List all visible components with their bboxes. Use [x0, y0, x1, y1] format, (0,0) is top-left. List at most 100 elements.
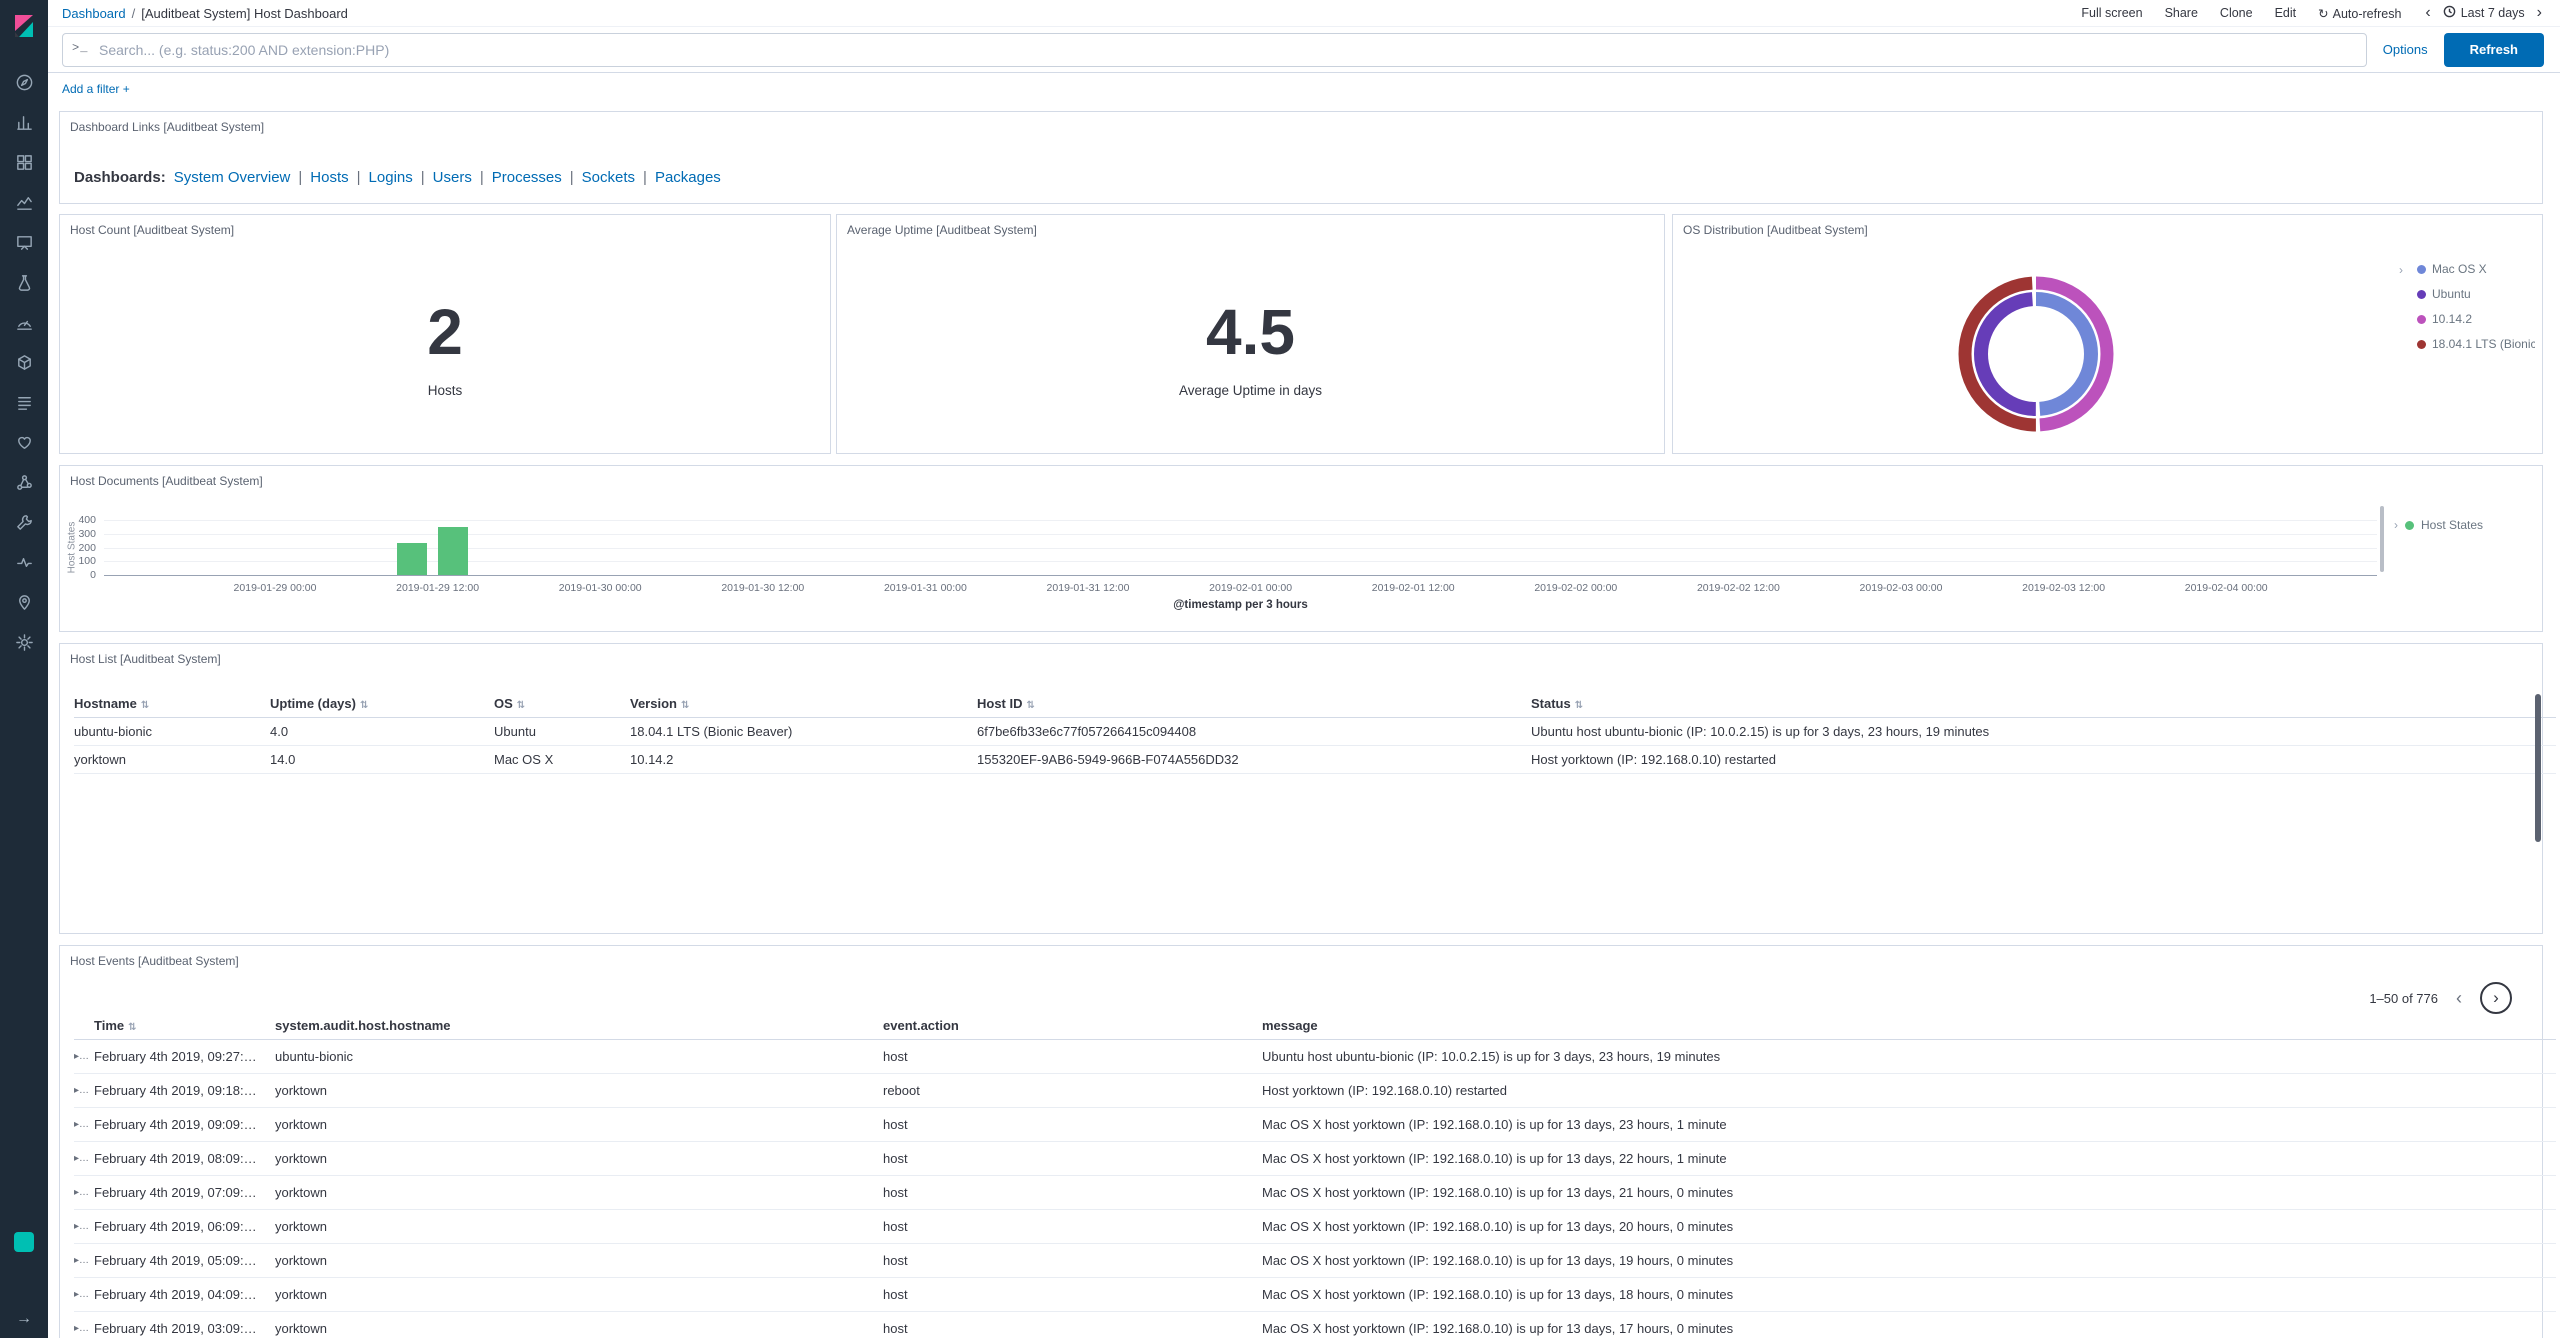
- link-logins[interactable]: Logins: [369, 169, 413, 186]
- space-avatar[interactable]: [14, 1232, 34, 1252]
- x-tick-label: 2019-02-03 00:00: [1860, 582, 1943, 594]
- panel-title: OS Distribution [Auditbeat System]: [1683, 223, 1868, 237]
- y-tick-label: 0: [90, 569, 96, 581]
- legend-item-ubuntu[interactable]: Ubuntu: [2417, 287, 2535, 301]
- timelion-icon[interactable]: [12, 190, 36, 214]
- time-next-icon[interactable]: ›: [2535, 4, 2544, 22]
- sort-icon: ⇅: [517, 700, 525, 711]
- add-filter-link[interactable]: Add a filter +: [62, 82, 130, 96]
- panel-host-count: Host Count [Auditbeat System] 2 Hosts: [59, 214, 831, 454]
- link-users[interactable]: Users: [433, 169, 472, 186]
- expand-caret-icon[interactable]: ▸: [74, 1210, 94, 1244]
- bar[interactable]: [438, 527, 468, 575]
- search-input[interactable]: [62, 33, 2367, 67]
- machine-learning-icon[interactable]: [12, 270, 36, 294]
- clone-button[interactable]: Clone: [2220, 6, 2253, 20]
- y-tick-label: 100: [78, 555, 96, 567]
- link-packages[interactable]: Packages: [655, 169, 721, 186]
- expand-caret-icon[interactable]: ▸: [74, 1278, 94, 1312]
- header-hostname[interactable]: system.audit.host.hostname: [275, 1012, 883, 1040]
- header-event-action[interactable]: event.action: [883, 1012, 1262, 1040]
- refresh-button[interactable]: Refresh: [2444, 33, 2544, 67]
- dev-tools-icon[interactable]: [12, 510, 36, 534]
- kibana-logo[interactable]: [10, 12, 38, 40]
- header-hostname[interactable]: Hostname⇅: [74, 690, 270, 718]
- x-tick-label: 2019-02-02 00:00: [1534, 582, 1617, 594]
- legend-swatch: [2405, 521, 2414, 530]
- header-version[interactable]: Version⇅: [630, 690, 977, 718]
- dashboard-icon[interactable]: [12, 150, 36, 174]
- legend-item-mac-os-x[interactable]: Mac OS X: [2417, 262, 2535, 276]
- share-button[interactable]: Share: [2165, 6, 2198, 20]
- expand-caret-icon[interactable]: ▸: [74, 1040, 94, 1074]
- legend-toggle-icon[interactable]: ›: [2399, 263, 2403, 277]
- monitoring-icon[interactable]: [12, 550, 36, 574]
- maps-icon[interactable]: [12, 590, 36, 614]
- host-documents-ylabels: 0100200300400: [60, 520, 100, 576]
- table-row: ▸ February 4th 2019, 09:27:46.040 ubuntu…: [74, 1040, 2556, 1074]
- header-host-id[interactable]: Host ID⇅: [977, 690, 1531, 718]
- expand-caret-icon[interactable]: ▸: [74, 1142, 94, 1176]
- full-screen-button[interactable]: Full screen: [2081, 6, 2142, 20]
- apm-icon[interactable]: [12, 310, 36, 334]
- x-tick-label: 2019-01-30 12:00: [721, 582, 804, 594]
- logs-icon[interactable]: [12, 390, 36, 414]
- breadcrumb-dashboard-link[interactable]: Dashboard: [62, 6, 126, 21]
- link-processes[interactable]: Processes: [492, 169, 562, 186]
- expand-caret-icon[interactable]: ▸: [74, 1244, 94, 1278]
- table-row: ▸ February 4th 2019, 08:09:51.000 yorkto…: [74, 1142, 2556, 1176]
- legend-item-18-04-1[interactable]: 18.04.1 LTS (Bionic B...: [2417, 337, 2535, 351]
- refresh-cycle-icon: ↻: [2318, 7, 2328, 21]
- x-tick-label: 2019-01-31 00:00: [884, 582, 967, 594]
- infrastructure-icon[interactable]: [12, 350, 36, 374]
- host-list-table: Hostname⇅ Uptime (days)⇅ OS⇅ Version⇅ Ho…: [74, 690, 2556, 774]
- header-uptime[interactable]: Uptime (days)⇅: [270, 690, 494, 718]
- edit-button[interactable]: Edit: [2275, 6, 2297, 20]
- header-time[interactable]: Time⇅: [94, 1012, 275, 1040]
- host-documents-legend: › Host States: [2394, 518, 2483, 532]
- canvas-icon[interactable]: [12, 230, 36, 254]
- expand-caret-icon[interactable]: ▸: [74, 1074, 94, 1108]
- header-status[interactable]: Status⇅: [1531, 690, 2556, 718]
- bar[interactable]: [397, 543, 427, 575]
- host-count-value: 2: [60, 295, 830, 369]
- header-os[interactable]: OS⇅: [494, 690, 630, 718]
- uptime-icon[interactable]: [12, 430, 36, 454]
- legend-item-host-states[interactable]: Host States: [2421, 518, 2483, 532]
- header-expander: [74, 1012, 94, 1040]
- visualize-icon[interactable]: [12, 110, 36, 134]
- table-row: yorktown 14.0 Mac OS X 10.14.2 155320EF-…: [74, 746, 2556, 774]
- x-tick-label: 2019-02-02 12:00: [1697, 582, 1780, 594]
- pagination-prev-icon[interactable]: ‹: [2456, 988, 2462, 1009]
- legend-swatch: [2417, 340, 2426, 349]
- expand-caret-icon[interactable]: ▸: [74, 1312, 94, 1338]
- table-row: ▸ February 4th 2019, 04:09:20.814 yorkto…: [74, 1278, 2556, 1312]
- pagination-next-icon[interactable]: ›: [2480, 982, 2512, 1014]
- expand-caret-icon[interactable]: ▸: [74, 1108, 94, 1142]
- collapse-nav-icon[interactable]: →: [0, 1310, 48, 1328]
- discover-icon[interactable]: [12, 70, 36, 94]
- sort-icon: ⇅: [141, 700, 149, 711]
- graph-icon[interactable]: [12, 470, 36, 494]
- link-system-overview[interactable]: System Overview: [174, 169, 291, 186]
- host-events-table: Time⇅ system.audit.host.hostname event.a…: [74, 1012, 2556, 1338]
- auto-refresh-button[interactable]: ↻Auto-refresh: [2318, 6, 2401, 21]
- dashboards-label: Dashboards:: [74, 169, 166, 186]
- legend-item-10-14-2[interactable]: 10.14.2: [2417, 312, 2535, 326]
- link-sockets[interactable]: Sockets: [582, 169, 635, 186]
- pagination-count: 1–50 of 776: [2369, 991, 2438, 1006]
- expand-caret-icon[interactable]: ▸: [74, 1176, 94, 1210]
- chart-scrollbar[interactable]: [2380, 506, 2384, 572]
- legend-swatch: [2417, 290, 2426, 299]
- gridline: [104, 520, 2377, 521]
- link-hosts[interactable]: Hosts: [310, 169, 348, 186]
- time-prev-icon[interactable]: ‹: [2423, 4, 2432, 22]
- os-distribution-donut[interactable]: [1936, 254, 2136, 454]
- legend-toggle-icon[interactable]: ›: [2394, 518, 2398, 532]
- management-gear-icon[interactable]: [12, 630, 36, 654]
- query-options-link[interactable]: Options: [2383, 42, 2428, 57]
- header-message[interactable]: message: [1262, 1012, 2556, 1040]
- host-documents-plot-area: 2019-01-29 00:002019-01-29 12:002019-01-…: [104, 520, 2377, 576]
- time-picker-button[interactable]: Last 7 days: [2443, 5, 2525, 21]
- host-list-scrollbar[interactable]: [2535, 694, 2541, 842]
